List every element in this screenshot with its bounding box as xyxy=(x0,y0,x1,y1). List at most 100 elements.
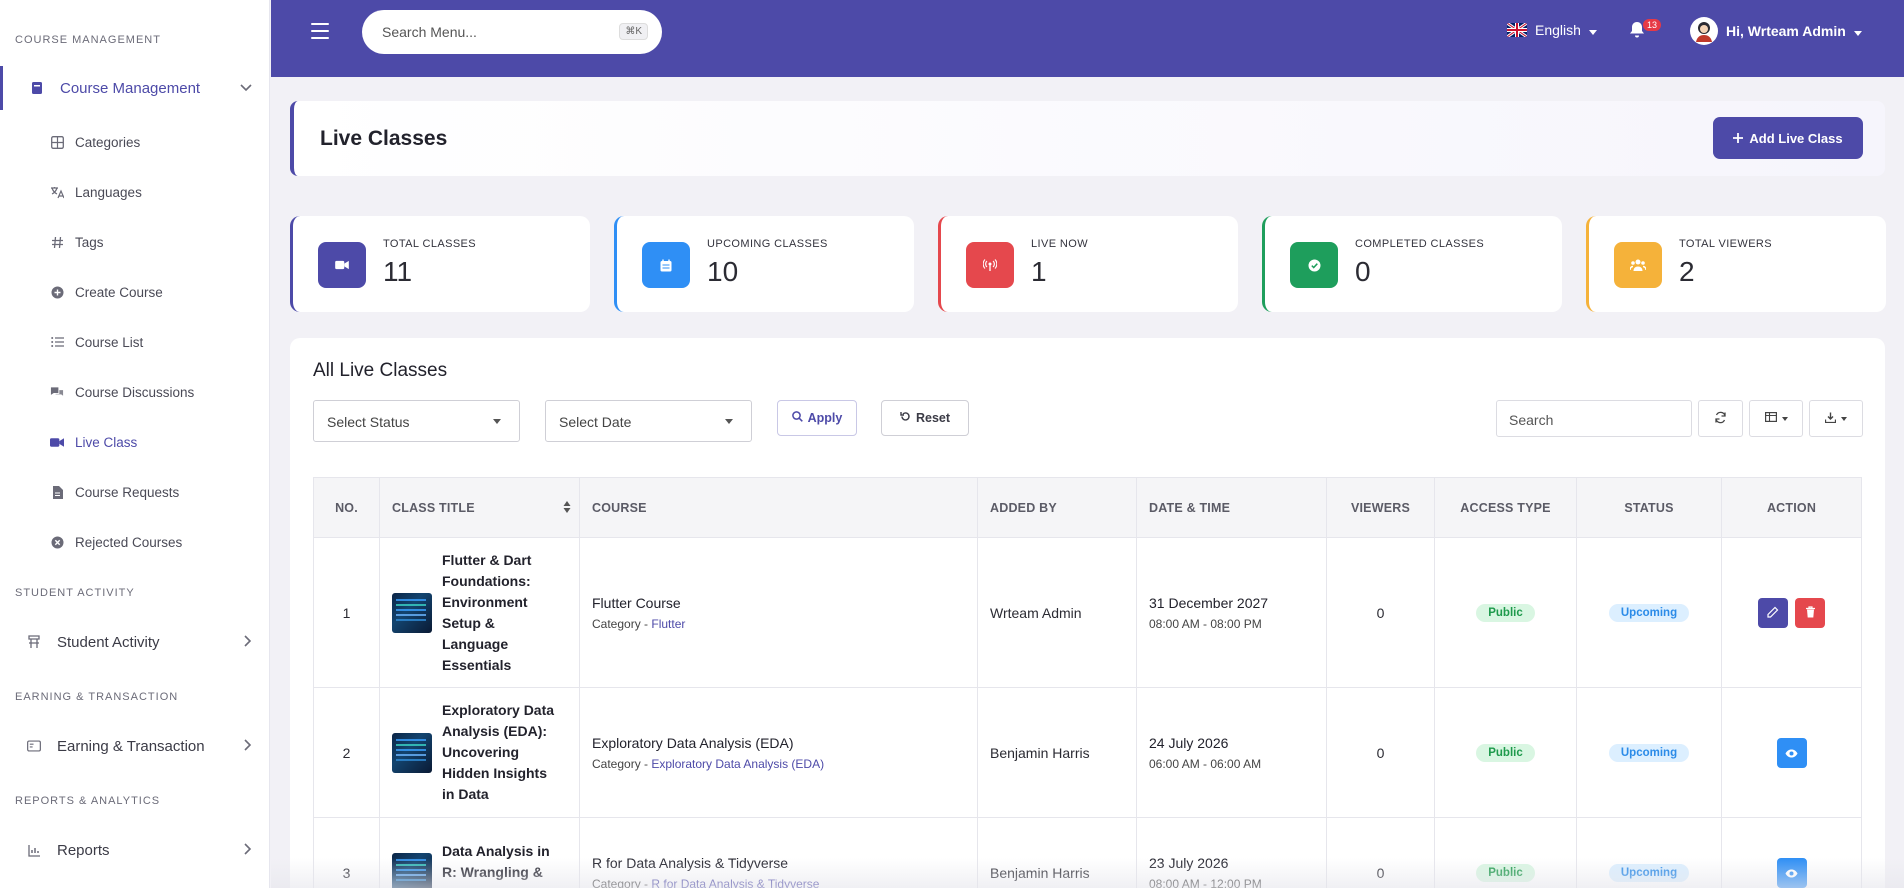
column-header-action[interactable]: ACTION xyxy=(1721,477,1862,538)
live-classes-table: NO. CLASS TITLE COURSE ADDED BY DATE & T… xyxy=(313,477,1862,888)
sidebar-item-course-management[interactable]: Course Management xyxy=(0,66,270,110)
date-select[interactable]: Select Date xyxy=(545,400,752,442)
reset-button[interactable]: Reset xyxy=(881,400,969,436)
class-time: 08:00 AM - 08:00 PM xyxy=(1149,616,1262,631)
date-time-cell: 31 December 2027 08:00 AM - 08:00 PM xyxy=(1136,537,1327,688)
view-button[interactable] xyxy=(1776,737,1807,768)
class-title[interactable]: Flutter & Dart Foundations: Environment … xyxy=(442,550,560,676)
sidebar-item-course-discussions[interactable]: Course Discussions xyxy=(0,372,270,412)
sidebar-item-student-activity[interactable]: Student Activity xyxy=(0,620,270,664)
action-cell xyxy=(1721,817,1862,888)
column-header-label: CLASS TITLE xyxy=(392,500,475,515)
access-badge: Public xyxy=(1476,604,1535,622)
table-header-row: NO. CLASS TITLE COURSE ADDED BY DATE & T… xyxy=(313,477,1862,538)
category-link[interactable]: Flutter xyxy=(651,617,685,631)
sidebar-item-languages[interactable]: Languages xyxy=(0,172,270,212)
caret-down-icon xyxy=(1841,413,1847,424)
stat-label: COMPLETED CLASSES xyxy=(1355,238,1485,250)
notification-count-badge: 13 xyxy=(1643,19,1662,31)
course-category: Category - Flutter xyxy=(592,617,965,631)
language-selector[interactable]: English xyxy=(1507,22,1597,38)
sidebar-item-course-requests[interactable]: Course Requests xyxy=(0,472,270,512)
sidebar-item-categories[interactable]: Categories xyxy=(0,122,270,162)
column-header-status[interactable]: STATUS xyxy=(1576,477,1722,538)
column-header-viewers[interactable]: VIEWERS xyxy=(1326,477,1435,538)
sidebar-item-rejected-courses[interactable]: Rejected Courses xyxy=(0,522,270,562)
edit-button[interactable] xyxy=(1757,597,1788,628)
refresh-icon xyxy=(1714,411,1727,427)
sidebar-item-course-list[interactable]: Course List xyxy=(0,322,270,362)
category-link[interactable]: R for Data Analysis & Tidyverse xyxy=(651,877,819,888)
sidebar-item-create-course[interactable]: Create Course xyxy=(0,272,270,312)
columns-toggle-button[interactable] xyxy=(1749,400,1803,437)
row-number: 2 xyxy=(313,687,380,818)
chat-icon xyxy=(50,385,64,399)
table-search-placeholder: Search xyxy=(1509,412,1554,428)
reset-label: Reset xyxy=(915,411,951,425)
status-badge: Upcoming xyxy=(1608,864,1690,882)
apply-button[interactable]: Apply xyxy=(777,400,857,436)
class-date: 24 July 2026 xyxy=(1149,734,1229,751)
status-select[interactable]: Select Status xyxy=(313,400,520,442)
date-time-cell: 23 July 2026 08:00 AM - 12:00 PM xyxy=(1136,817,1327,888)
caret-down-icon xyxy=(1588,22,1597,38)
column-header-added-by[interactable]: ADDED BY xyxy=(977,477,1137,538)
column-header-access-type[interactable]: ACCESS TYPE xyxy=(1434,477,1577,538)
file-icon xyxy=(50,485,64,499)
delete-button[interactable] xyxy=(1795,597,1826,628)
hashtag-icon xyxy=(50,235,64,249)
search-icon xyxy=(791,411,803,425)
class-time: 08:00 AM - 12:00 PM xyxy=(1149,876,1262,888)
refresh-button[interactable] xyxy=(1698,400,1743,437)
user-menu[interactable]: Hi, Wrteam Admin xyxy=(1690,17,1862,45)
stat-value: 0 xyxy=(1355,256,1371,287)
sidebar-item-label: Course List xyxy=(75,334,144,350)
sidebar-item-label: Student Activity xyxy=(57,633,160,651)
live-classes-table-card: All Live Classes Select Status Select Da… xyxy=(290,338,1885,888)
column-header-class-title[interactable]: CLASS TITLE xyxy=(379,477,580,538)
language-label: English xyxy=(1535,22,1581,38)
x-circle-icon xyxy=(50,535,64,549)
sidebar-item-live-class[interactable]: Live Class xyxy=(0,422,270,462)
added-by: Benjamin Harris xyxy=(977,817,1137,888)
column-header-course[interactable]: COURSE xyxy=(579,477,978,538)
stat-card-upcoming-classes: UPCOMING CLASSES 10 xyxy=(614,216,914,312)
class-title[interactable]: Data Analysis in R: Wrangling & Visualiz… xyxy=(442,841,560,888)
sidebar-item-earning-transaction[interactable]: Earning & Transaction xyxy=(0,724,270,768)
view-button[interactable] xyxy=(1776,857,1807,888)
stat-label: TOTAL VIEWERS xyxy=(1679,238,1773,250)
hamburger-menu-icon[interactable] xyxy=(311,23,329,39)
sidebar-item-reports[interactable]: Reports xyxy=(0,828,270,872)
add-live-class-button[interactable]: Add Live Class xyxy=(1713,117,1863,159)
column-header-no[interactable]: NO. xyxy=(313,477,380,538)
sidebar-item-tags[interactable]: Tags xyxy=(0,222,270,262)
sidebar-item-label: Languages xyxy=(75,184,142,200)
wallet-icon xyxy=(27,739,41,753)
sidebar: COURSE MANAGEMENT Course Management Cate… xyxy=(0,0,270,888)
uk-flag-icon xyxy=(1507,23,1527,37)
plus-circle-icon xyxy=(50,285,64,299)
course-cell: Flutter Course Category - Flutter xyxy=(579,537,978,688)
trash-icon xyxy=(1805,605,1816,621)
activity-icon xyxy=(27,635,41,649)
category-link[interactable]: Exploratory Data Analysis (EDA) xyxy=(651,757,824,771)
sidebar-item-label: Categories xyxy=(75,134,141,150)
top-header: Search Menu... ⌘K English 13 Hi, Wrteam … xyxy=(271,0,1904,77)
menu-search-input[interactable]: Search Menu... ⌘K xyxy=(362,10,662,54)
chevron-right-icon xyxy=(244,634,252,650)
table-search-input[interactable]: Search xyxy=(1496,400,1692,437)
sidebar-section-title: COURSE MANAGEMENT xyxy=(15,34,161,46)
status-badge: Upcoming xyxy=(1608,744,1690,762)
sort-icon[interactable] xyxy=(563,500,571,517)
reset-icon xyxy=(900,411,911,425)
stat-label: LIVE NOW xyxy=(1031,238,1088,250)
status-badge: Upcoming xyxy=(1608,604,1690,622)
export-button[interactable] xyxy=(1809,400,1863,437)
access-type-cell: Public xyxy=(1434,817,1577,888)
class-title[interactable]: Exploratory Data Analysis (EDA): Uncover… xyxy=(442,700,560,805)
sidebar-item-label: Live Class xyxy=(75,434,138,450)
column-header-date-time[interactable]: DATE & TIME xyxy=(1136,477,1327,538)
video-icon xyxy=(50,435,64,449)
table-row: 1 Flutter & Dart Foundations: Environmen… xyxy=(313,537,1862,688)
course-category: Category - Exploratory Data Analysis (ED… xyxy=(592,757,965,771)
